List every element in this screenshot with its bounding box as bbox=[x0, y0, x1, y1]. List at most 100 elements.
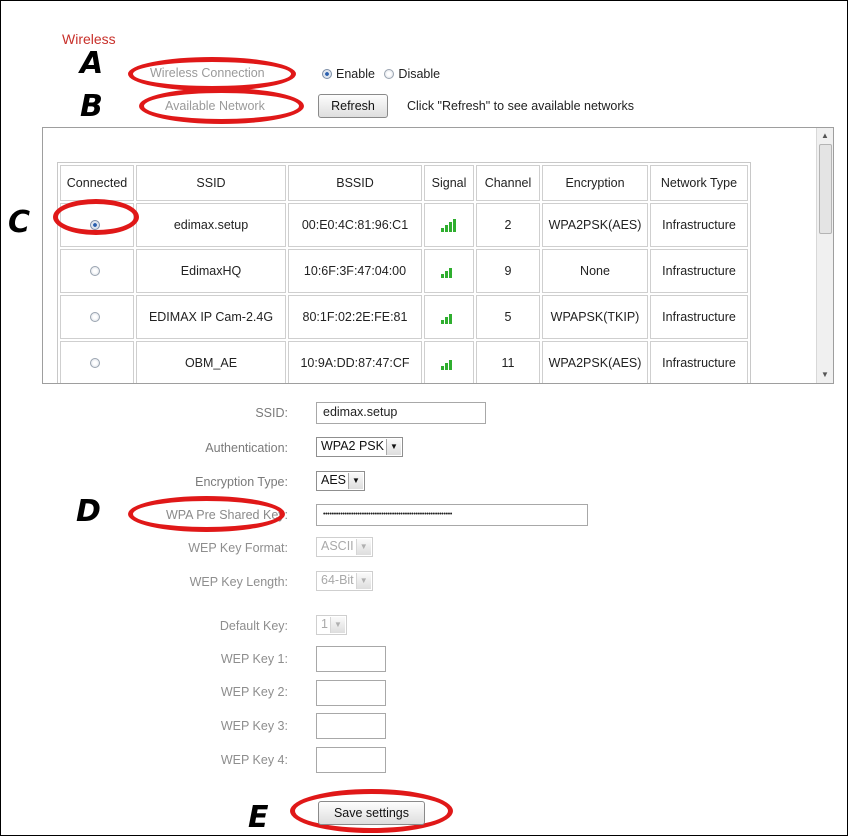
signal-cell bbox=[424, 295, 474, 339]
table-row[interactable]: EDIMAX IP Cam-2.4G 80:1F:02:2E:FE:81 5 WPAP… bbox=[60, 295, 748, 339]
connected-cell bbox=[60, 295, 134, 339]
channel-cell: 11 bbox=[476, 341, 540, 383]
col-bssid: BSSID bbox=[288, 165, 422, 201]
refresh-hint: Click "Refresh" to see available network… bbox=[407, 99, 635, 113]
ssid-cell: OBM_AE bbox=[136, 341, 286, 383]
connected-radio[interactable] bbox=[90, 312, 100, 322]
encryption-cell: WPA2PSK(AES) bbox=[542, 341, 648, 383]
table-header-row: Connected SSID BSSID Signal Channel Encr… bbox=[60, 165, 748, 201]
wep-key-format-select[interactable]: ASCII ▼ bbox=[316, 537, 373, 557]
ssid-field[interactable]: edimax.setup bbox=[316, 402, 486, 424]
channel-cell: 5 bbox=[476, 295, 540, 339]
network-type-cell: Infrastructure bbox=[650, 203, 748, 247]
col-signal: Signal bbox=[424, 165, 474, 201]
network-type-cell: Infrastructure bbox=[650, 341, 748, 383]
signal-cell bbox=[424, 341, 474, 383]
default-key-value: 1 bbox=[321, 617, 328, 631]
default-key-select[interactable]: 1 ▼ bbox=[316, 615, 347, 635]
wep-key-2-field[interactable] bbox=[316, 680, 386, 706]
ssid-cell: EdimaxHQ bbox=[136, 249, 286, 293]
connected-cell bbox=[60, 341, 134, 383]
callout-c-ellipse bbox=[53, 199, 139, 235]
scroll-up-icon[interactable]: ▲ bbox=[817, 128, 833, 144]
wireless-connection-options: Enable Disable bbox=[322, 67, 440, 81]
disable-radio-icon bbox=[384, 69, 395, 79]
bssid-cell: 00:E0:4C:81:96:C1 bbox=[288, 203, 422, 247]
bssid-cell: 10:6F:3F:47:04:00 bbox=[288, 249, 422, 293]
signal-icon bbox=[438, 310, 460, 325]
wpa-key-field[interactable]: ••••••••••••••••••••••••••••••••••••••••… bbox=[316, 504, 588, 526]
signal-cell bbox=[424, 249, 474, 293]
encryption-cell: WPA2PSK(AES) bbox=[542, 203, 648, 247]
wep-key-length-value: 64-Bit bbox=[321, 573, 354, 587]
callout-a-ellipse bbox=[128, 57, 296, 91]
chevron-down-icon: ▼ bbox=[348, 473, 364, 489]
col-connected: Connected bbox=[60, 165, 134, 201]
scroll-down-icon[interactable]: ▼ bbox=[817, 367, 833, 383]
chevron-down-icon: ▼ bbox=[385, 439, 401, 455]
authentication-label: Authentication: bbox=[205, 441, 288, 455]
save-settings-button[interactable]: Save settings bbox=[318, 801, 425, 825]
authentication-select[interactable]: WPA2 PSK ▼ bbox=[316, 437, 403, 457]
table-row[interactable]: EdimaxHQ 10:6F:3F:47:04:00 9 None Infrastruc… bbox=[60, 249, 748, 293]
encryption-type-value: AES bbox=[321, 473, 347, 487]
wep-key-format-value: ASCII bbox=[321, 539, 354, 553]
callout-d-ellipse bbox=[128, 496, 285, 532]
col-encryption: Encryption bbox=[542, 165, 648, 201]
table-row[interactable]: OBM_AE 10:9A:DD:87:47:CF 11 WPA2PSK(AES) Inf… bbox=[60, 341, 748, 383]
signal-icon bbox=[438, 356, 460, 371]
chevron-down-icon: ▼ bbox=[355, 573, 371, 589]
chevron-down-icon: ▼ bbox=[355, 539, 371, 555]
network-type-cell: Infrastructure bbox=[650, 295, 748, 339]
callout-letter-b: B bbox=[80, 89, 103, 124]
col-ssid: SSID bbox=[136, 165, 286, 201]
col-network-type: Network Type bbox=[650, 165, 748, 201]
ssid-cell: EDIMAX IP Cam-2.4G bbox=[136, 295, 286, 339]
networks-table: Connected SSID BSSID Signal Channel Encr… bbox=[57, 162, 751, 383]
table-row[interactable]: edimax.setup 00:E0:4C:81:96:C1 2 WPA2PSK(AE… bbox=[60, 203, 748, 247]
networks-scrollbar[interactable]: ▲ ▼ bbox=[816, 128, 833, 383]
callout-b-ellipse bbox=[139, 88, 304, 124]
wep-key-1-label: WEP Key 1: bbox=[220, 652, 288, 666]
encryption-type-label: Encryption Type: bbox=[195, 475, 288, 489]
refresh-button[interactable]: Refresh bbox=[318, 94, 388, 118]
wep-key-4-label: WEP Key 4: bbox=[220, 753, 288, 767]
wep-key-2-label: WEP Key 2: bbox=[220, 685, 288, 699]
network-type-cell: Infrastructure bbox=[650, 249, 748, 293]
ssid-label: SSID: bbox=[255, 406, 288, 420]
disable-label: Disable bbox=[398, 67, 441, 81]
callout-letter-a: A bbox=[80, 46, 104, 81]
wep-key-length-select[interactable]: 64-Bit ▼ bbox=[316, 571, 373, 591]
callout-letter-c: C bbox=[8, 205, 31, 240]
networks-panel[interactable]: Connected SSID BSSID Signal Channel Encr… bbox=[42, 127, 834, 384]
encryption-type-select[interactable]: AES ▼ bbox=[316, 471, 366, 491]
default-key-label: Default Key: bbox=[219, 619, 288, 633]
wep-key-1-field[interactable] bbox=[316, 646, 386, 672]
connected-radio[interactable] bbox=[90, 358, 100, 368]
connected-radio[interactable] bbox=[90, 266, 100, 276]
authentication-value: WPA2 PSK bbox=[321, 439, 384, 453]
enable-radio[interactable]: Enable bbox=[322, 67, 375, 81]
bssid-cell: 10:9A:DD:87:47:CF bbox=[288, 341, 422, 383]
col-channel: Channel bbox=[476, 165, 540, 201]
wep-key-length-label: WEP Key Length: bbox=[189, 575, 288, 589]
enable-radio-icon bbox=[322, 69, 332, 79]
disable-radio[interactable]: Disable bbox=[384, 67, 440, 81]
channel-cell: 2 bbox=[476, 203, 540, 247]
wep-key-3-field[interactable] bbox=[316, 713, 386, 739]
signal-icon bbox=[438, 218, 460, 233]
wep-key-3-label: WEP Key 3: bbox=[220, 719, 288, 733]
encryption-cell: WPAPSK(TKIP) bbox=[542, 295, 648, 339]
enable-label: Enable bbox=[336, 67, 375, 81]
ssid-cell: edimax.setup bbox=[136, 203, 286, 247]
callout-letter-e: E bbox=[248, 800, 269, 835]
chevron-down-icon: ▼ bbox=[329, 617, 345, 633]
wep-key-format-label: WEP Key Format: bbox=[188, 541, 288, 555]
signal-cell bbox=[424, 203, 474, 247]
channel-cell: 9 bbox=[476, 249, 540, 293]
connected-cell bbox=[60, 249, 134, 293]
encryption-cell: None bbox=[542, 249, 648, 293]
scroll-thumb[interactable] bbox=[819, 144, 832, 234]
bssid-cell: 80:1F:02:2E:FE:81 bbox=[288, 295, 422, 339]
wep-key-4-field[interactable] bbox=[316, 747, 386, 773]
